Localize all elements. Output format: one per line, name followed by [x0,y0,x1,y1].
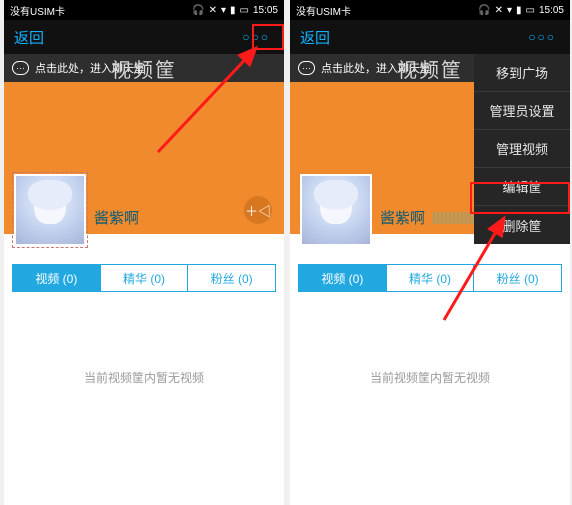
signal-icon: ▮ [516,5,522,16]
sim-status: 没有USIM卡 [10,3,65,18]
username: 酱紫啊 [380,207,425,228]
avatar-image [302,176,370,244]
status-bar: 没有USIM卡 🎧 ✕ ▾ ▮ ▭ 15:05 [290,0,570,20]
menu-admin-settings[interactable]: 管理员设置 [474,92,570,130]
phone-screen-left: 没有USIM卡 🎧 ✕ ▾ ▮ ▭ 15:05 返回 ○○○ 视频筐 ··· 点… [4,0,284,505]
sim-status: 没有USIM卡 [296,3,351,18]
status-time: 15:05 [539,5,564,16]
back-button[interactable]: 返回 [14,27,44,48]
menu-manage-video[interactable]: 管理视频 [474,130,570,168]
username: 酱紫啊 [94,207,139,228]
status-time: 15:05 [253,5,278,16]
content-area: 当前视频筐内暂无视频 [290,292,570,462]
menu-move-to-square[interactable]: 移到广场 [474,54,570,92]
wifi-icon: ▾ [221,5,226,16]
video-camera-icon: ＋◁ [245,201,271,220]
chat-icon: ··· [12,61,29,75]
menu-delete-basket[interactable]: 删除筐 [474,206,570,244]
tab-essence[interactable]: 精华 (0) [387,265,475,291]
add-video-badge[interactable]: ＋◁ [244,196,272,224]
battery-icon: ▭ [526,5,535,16]
more-button[interactable]: ○○○ [238,28,274,46]
menu-edit-basket[interactable]: 编辑筐 [474,168,570,206]
tab-fans[interactable]: 粉丝 (0) [474,265,561,291]
tab-fans[interactable]: 粉丝 (0) [188,265,275,291]
tab-video[interactable]: 视频 (0) [299,265,387,291]
more-button[interactable]: ○○○ [524,28,560,46]
more-dropdown: 移到广场 管理员设置 管理视频 编辑筐 删除筐 [474,54,570,244]
tabs: 视频 (0) 精华 (0) 粉丝 (0) [12,264,276,292]
empty-text: 当前视频筐内暂无视频 [370,369,490,386]
avatar-image [16,176,84,244]
tab-video[interactable]: 视频 (0) [13,265,101,291]
avatar[interactable] [300,174,372,246]
location-off-icon: ✕ [495,5,503,16]
location-off-icon: ✕ [209,5,217,16]
headphones-icon: 🎧 [478,5,490,16]
tabs: 视频 (0) 精华 (0) 粉丝 (0) [298,264,562,292]
cover-area: ＋◁ 酱紫啊 [4,82,284,234]
signal-icon: ▮ [230,5,236,16]
nav-bar: 返回 ○○○ [290,20,570,54]
battery-icon: ▭ [240,5,249,16]
content-area: 当前视频筐内暂无视频 [4,292,284,462]
status-bar: 没有USIM卡 🎧 ✕ ▾ ▮ ▭ 15:05 [4,0,284,20]
empty-text: 当前视频筐内暂无视频 [84,369,204,386]
chat-banner[interactable]: ··· 点击此处，进入聊天室 [4,54,284,82]
headphones-icon: 🎧 [192,5,204,16]
phone-screen-right: 没有USIM卡 🎧 ✕ ▾ ▮ ▭ 15:05 返回 ○○○ 视频筐 ··· 点… [290,0,570,505]
back-button[interactable]: 返回 [300,27,330,48]
wifi-icon: ▾ [507,5,512,16]
chat-banner-text: 点击此处，进入聊天室 [35,60,145,76]
tab-essence[interactable]: 精华 (0) [101,265,189,291]
chat-banner-text: 点击此处，进入聊天室 [321,60,431,76]
avatar[interactable] [14,174,86,246]
nav-bar: 返回 ○○○ [4,20,284,54]
chat-icon: ··· [298,61,315,75]
